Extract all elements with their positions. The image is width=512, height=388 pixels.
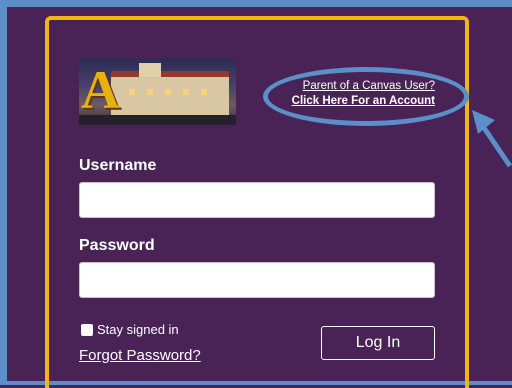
logo-monogram: A — [81, 60, 120, 120]
logo-window — [129, 89, 135, 95]
logo-window — [147, 89, 153, 95]
logo-window — [201, 89, 207, 95]
logo-window — [183, 89, 189, 95]
password-label: Password — [79, 237, 155, 254]
login-button[interactable]: Log In — [321, 326, 435, 360]
annotation-arrow-icon — [472, 110, 512, 168]
forgot-password-link[interactable]: Forgot Password? — [79, 347, 201, 364]
stay-signed-in-label: Stay signed in — [97, 322, 179, 337]
annotation-ellipse — [263, 67, 469, 126]
stay-signed-in-checkbox[interactable] — [81, 324, 93, 336]
username-label: Username — [79, 157, 157, 174]
school-logo: A — [79, 59, 236, 125]
password-input[interactable] — [79, 262, 435, 298]
username-input[interactable] — [79, 182, 435, 218]
logo-window — [165, 89, 171, 95]
